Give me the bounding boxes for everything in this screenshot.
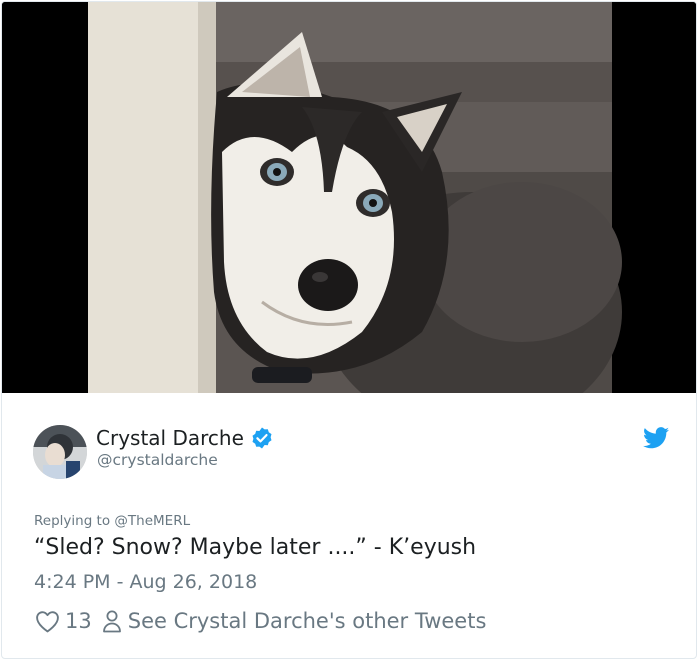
tweet-actions: 13 See Crystal Darche's other Tweets (35, 606, 486, 636)
avatar-image (33, 425, 87, 479)
author-handle[interactable]: @crystaldarche (97, 451, 218, 469)
see-other-tweets-link[interactable]: See Crystal Darche's other Tweets (102, 609, 487, 633)
tweet-photo[interactable] (2, 2, 696, 393)
person-outline-icon (102, 610, 121, 633)
verified-badge-icon (252, 427, 272, 449)
author-avatar[interactable] (33, 425, 87, 479)
husky-photo-image (2, 2, 696, 393)
see-other-tweets-label[interactable]: See Crystal Darche's other Tweets (128, 609, 487, 633)
author-name[interactable]: Crystal Darche (96, 426, 244, 450)
reply-to-link[interactable]: @TheMERL (114, 513, 190, 529)
tweet-text: “Sled? Snow? Maybe later ....” - K’eyush (34, 535, 477, 560)
reply-prefix: Replying to (34, 513, 111, 529)
tweet-card: Crystal Darche @crystaldarche Replying t… (1, 1, 697, 659)
author-name-row[interactable]: Crystal Darche (96, 424, 274, 452)
heart-outline-icon (36, 610, 59, 632)
reply-context: Replying to @TheMERL (34, 513, 190, 529)
tweet-timestamp[interactable]: 4:24 PM - Aug 26, 2018 (34, 571, 257, 593)
like-button[interactable]: 13 (35, 609, 92, 633)
like-count: 13 (65, 609, 92, 633)
twitter-bird-icon[interactable] (643, 426, 669, 450)
